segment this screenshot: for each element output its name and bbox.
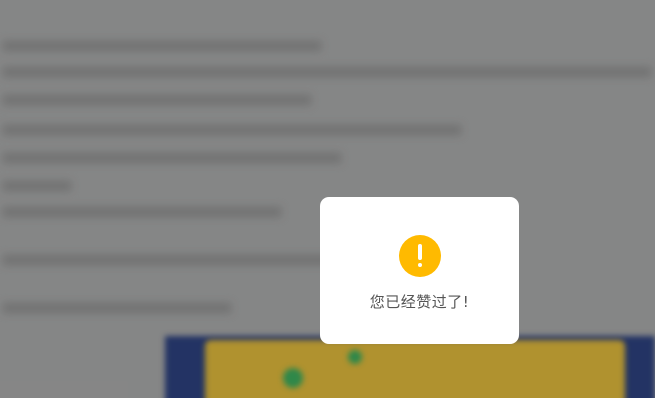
toast-message: 您已经赞过了! [369, 293, 470, 311]
warning-exclamation-icon [398, 235, 441, 277]
page: 您已经赞过了! [0, 0, 655, 398]
toast-dialog: 您已经赞过了! [320, 197, 519, 344]
